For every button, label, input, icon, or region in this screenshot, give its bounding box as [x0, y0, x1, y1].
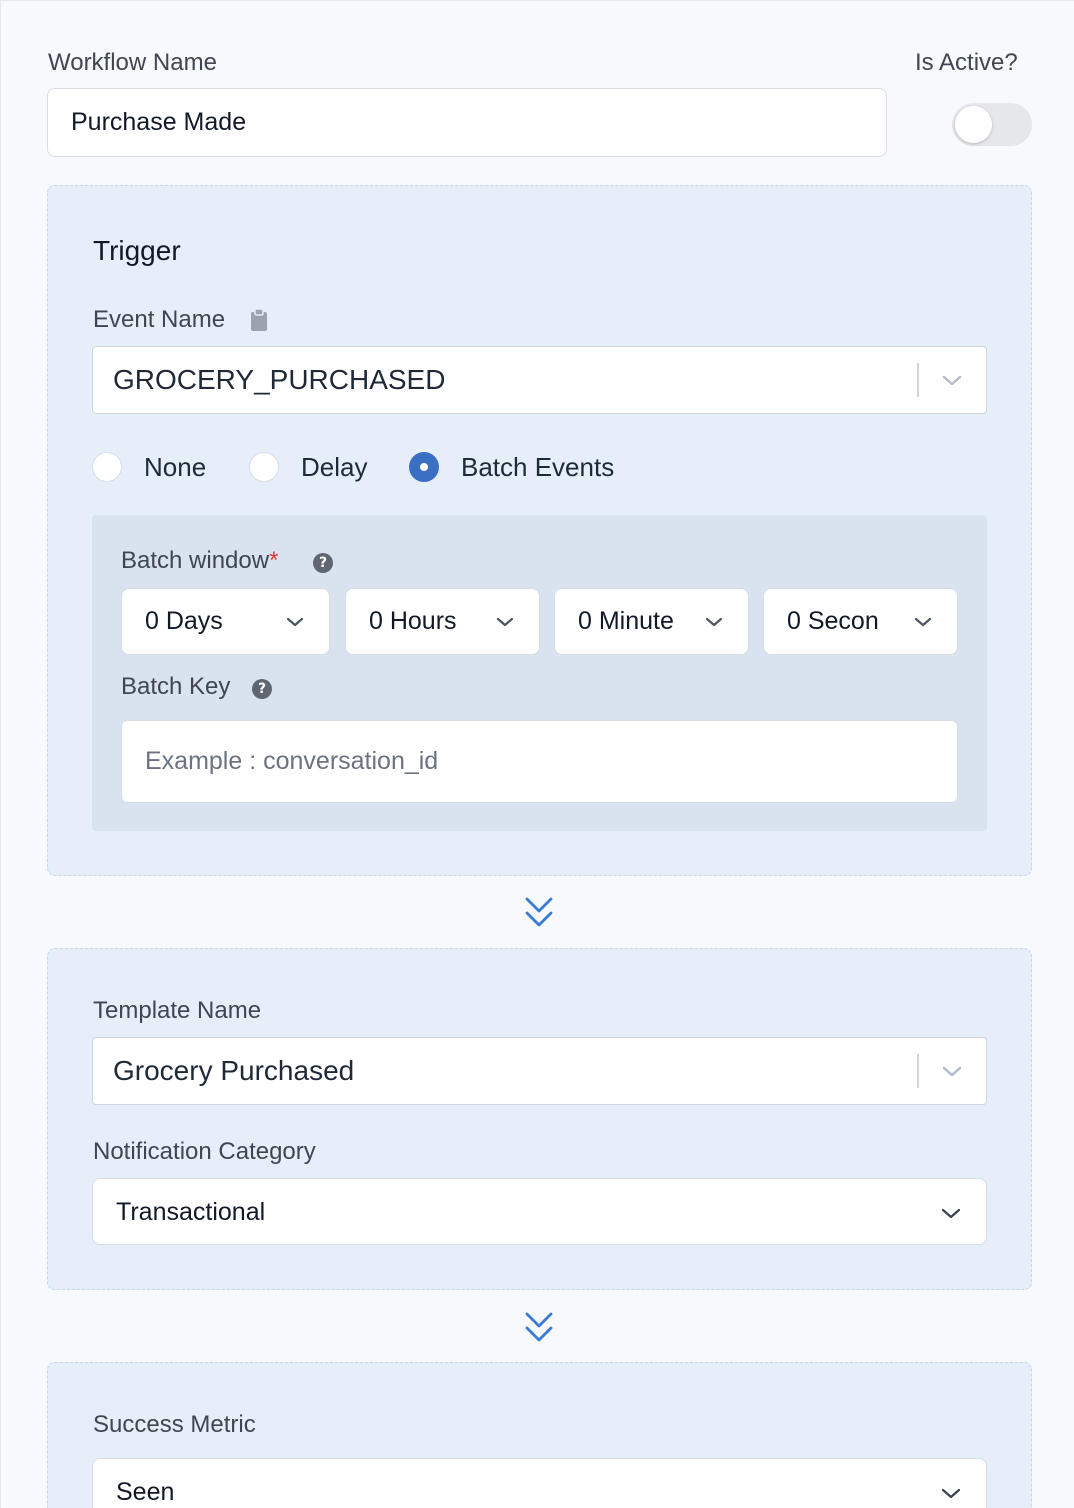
radio-delay-label[interactable]: Delay: [301, 452, 367, 482]
required-marker: *: [269, 547, 279, 574]
chevron-down-icon[interactable]: [940, 371, 964, 389]
batch-seconds-select[interactable]: 0 Secon: [763, 588, 958, 655]
radio-none[interactable]: [92, 452, 122, 482]
batch-minutes-value: 0 Minute: [578, 607, 674, 635]
workflow-name-label: Workflow Name: [48, 49, 217, 76]
template-name-label: Template Name: [93, 997, 262, 1024]
success-metric-select[interactable]: Seen: [92, 1458, 987, 1508]
batch-days-value: 0 Days: [145, 607, 223, 635]
batch-key-label: Batch Key: [121, 673, 231, 700]
notification-category-value: Transactional: [116, 1198, 266, 1226]
success-metric-value: Seen: [116, 1478, 175, 1506]
chevron-down-icon: [705, 617, 723, 627]
radio-batch-events[interactable]: [409, 452, 439, 482]
toggle-knob: [955, 106, 992, 143]
trigger-title: Trigger: [93, 235, 181, 266]
batch-hours-select[interactable]: 0 Hours: [345, 588, 540, 655]
event-name-label: Event Name: [93, 306, 226, 333]
success-metric-label: Success Metric: [93, 1411, 256, 1438]
radio-batch-events-label[interactable]: Batch Events: [461, 452, 614, 482]
select-separator: [917, 1054, 919, 1088]
chevron-down-icon: [914, 617, 932, 627]
chevron-down-icon: [496, 617, 514, 627]
batch-hours-value: 0 Hours: [369, 607, 457, 635]
notification-category-label: Notification Category: [93, 1138, 316, 1165]
batch-days-select[interactable]: 0 Days: [121, 588, 330, 655]
batch-key-input[interactable]: [121, 720, 958, 803]
is-active-label: Is Active?: [915, 49, 1018, 76]
double-chevron-down-icon: [525, 897, 553, 927]
select-separator: [917, 363, 919, 397]
batch-seconds-value: 0 Secon: [787, 607, 879, 635]
radio-delay[interactable]: [249, 452, 279, 482]
workflow-form: Workflow Name Is Active? Purchase Made T…: [0, 0, 1074, 1508]
double-chevron-down-icon: [525, 1312, 553, 1342]
batch-window-label: Batch window*: [121, 547, 278, 575]
batch-minutes-select[interactable]: 0 Minute: [554, 588, 749, 655]
chevron-down-icon: [286, 617, 304, 627]
template-name-value: Grocery Purchased: [113, 1055, 355, 1086]
chevron-down-icon: [941, 1208, 961, 1219]
batch-window-label-text: Batch window: [121, 547, 270, 574]
chevron-down-icon[interactable]: [940, 1062, 964, 1080]
help-icon[interactable]: ?: [252, 679, 272, 699]
template-name-select[interactable]: Grocery Purchased: [92, 1037, 987, 1105]
help-icon[interactable]: ?: [313, 553, 333, 573]
is-active-toggle[interactable]: [952, 103, 1032, 146]
chevron-down-icon: [941, 1488, 961, 1499]
clipboard-icon[interactable]: [250, 308, 268, 332]
notification-category-select[interactable]: Transactional: [92, 1178, 987, 1245]
event-name-value: GROCERY_PURCHASED: [113, 364, 446, 395]
workflow-name-input[interactable]: Purchase Made: [47, 88, 887, 157]
radio-none-label[interactable]: None: [144, 452, 206, 482]
event-name-select[interactable]: GROCERY_PURCHASED: [92, 346, 987, 414]
